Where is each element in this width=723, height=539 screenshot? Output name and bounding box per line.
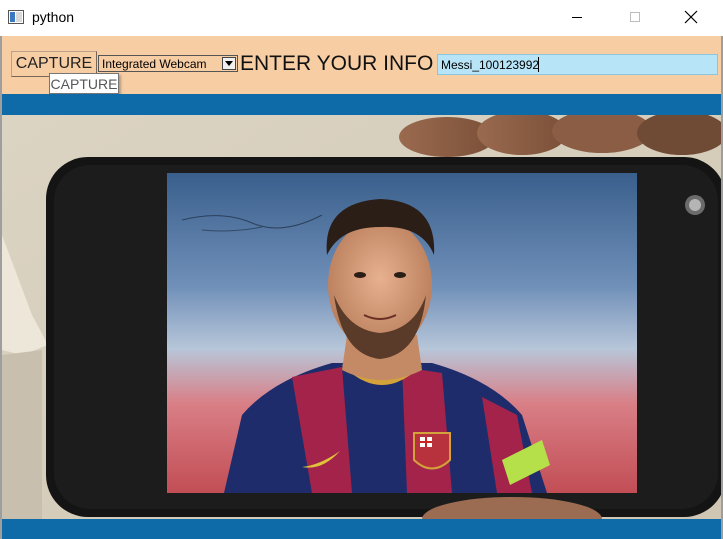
text-caret bbox=[538, 57, 539, 72]
minimize-button[interactable] bbox=[554, 0, 600, 34]
camera-feed bbox=[2, 115, 721, 519]
title-bar: python bbox=[0, 0, 723, 36]
info-input[interactable] bbox=[437, 54, 718, 75]
camera-select[interactable]: Integrated Webcam bbox=[98, 55, 238, 72]
maximize-button[interactable] bbox=[612, 0, 658, 34]
window-title: python bbox=[32, 9, 75, 25]
info-label: ENTER YOUR INFO : bbox=[240, 52, 445, 75]
accent-bar-top bbox=[2, 94, 721, 115]
close-button[interactable] bbox=[668, 0, 714, 34]
camera-feed-image bbox=[2, 115, 721, 519]
chevron-down-icon[interactable] bbox=[222, 57, 236, 70]
app-icon bbox=[8, 10, 24, 24]
capture-tooltip: CAPTURE bbox=[49, 73, 119, 94]
camera-select-value: Integrated Webcam bbox=[102, 56, 207, 71]
close-icon bbox=[684, 10, 698, 24]
minimize-icon bbox=[572, 17, 582, 18]
accent-bar-bottom bbox=[2, 519, 721, 539]
maximize-icon bbox=[630, 12, 640, 22]
